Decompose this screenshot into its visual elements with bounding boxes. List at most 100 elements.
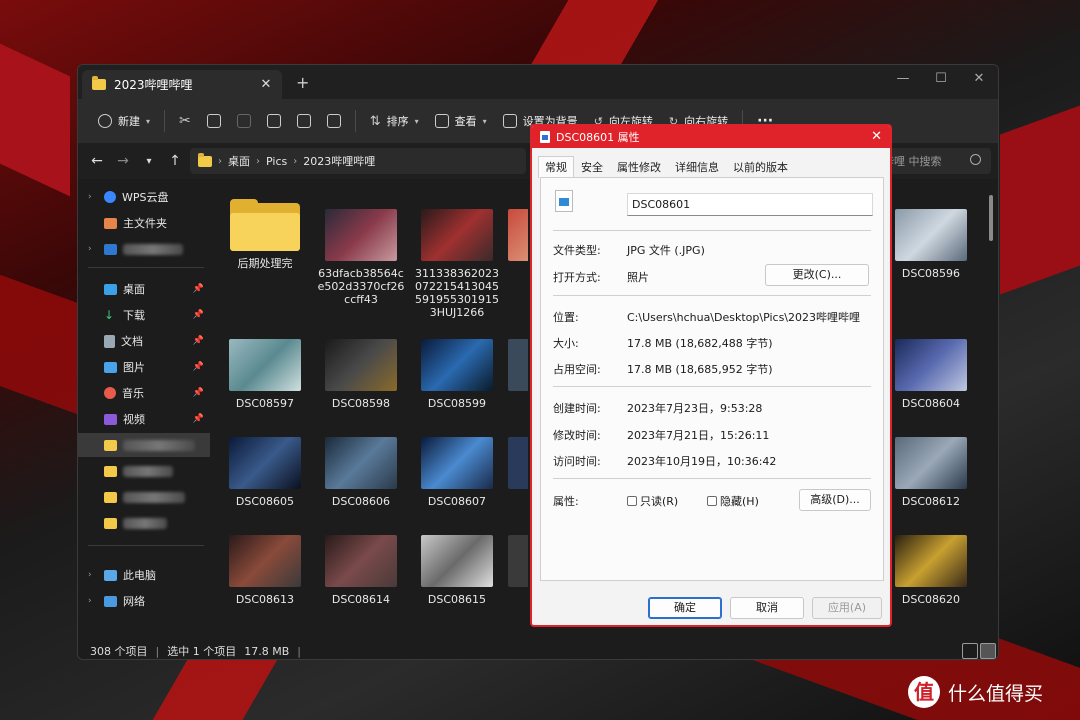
breadcrumb-current[interactable]: 2023哔哩哔哩 xyxy=(303,153,375,169)
advanced-button[interactable]: 高级(D)... xyxy=(799,489,871,511)
change-button[interactable]: 更改(C)... xyxy=(765,264,869,286)
pin-icon[interactable]: 📌 xyxy=(193,362,204,372)
sidebar-item-folder[interactable] xyxy=(78,485,210,509)
paste-button[interactable] xyxy=(229,106,259,136)
tab-previous-versions[interactable]: 以前的版本 xyxy=(726,156,795,178)
sidebar-item-onedrive[interactable]: › xyxy=(78,237,210,261)
breadcrumb-desktop[interactable]: 桌面 xyxy=(228,153,250,169)
size-value: 17.8 MB (18,682,488 字节) xyxy=(627,337,773,350)
file-item[interactable]: DSC08614 xyxy=(316,535,406,606)
sidebar-item-desktop[interactable]: 桌面 📌 xyxy=(78,277,210,301)
sidebar-item-documents[interactable]: 文档 📌 xyxy=(78,329,210,353)
file-item[interactable]: DSC08606 xyxy=(316,437,406,508)
tab-general[interactable]: 常规 xyxy=(538,156,574,178)
tiles-view-icon[interactable] xyxy=(980,643,996,659)
location-value: C:\Users\hchua\Desktop\Pics\2023哔哩哔哩 xyxy=(627,311,861,324)
pin-icon[interactable]: 📌 xyxy=(193,284,204,294)
file-item-partial[interactable] xyxy=(508,339,528,391)
view-button[interactable]: 查看 ▾ xyxy=(427,106,495,136)
delete-button[interactable] xyxy=(319,106,349,136)
sidebar-item-wps[interactable]: › WPS云盘 xyxy=(78,185,210,209)
breadcrumb-pics[interactable]: Pics xyxy=(266,155,287,168)
pin-icon[interactable]: 📌 xyxy=(193,336,204,346)
tab-security[interactable]: 安全 xyxy=(574,156,610,178)
sidebar-item-pictures[interactable]: 图片 📌 xyxy=(78,355,210,379)
watermark-text: 什么值得买 xyxy=(948,682,1044,705)
sidebar-item-this-pc[interactable]: › 此电脑 xyxy=(78,563,210,587)
file-item[interactable]: DSC08598 xyxy=(316,339,406,410)
file-item[interactable]: DSC08613 xyxy=(220,535,310,606)
sidebar-item-music[interactable]: 音乐 📌 xyxy=(78,381,210,405)
rename-button[interactable] xyxy=(259,106,289,136)
vertical-scrollbar[interactable] xyxy=(989,195,993,241)
close-window-button[interactable]: ✕ xyxy=(964,71,994,86)
file-item[interactable]: DSC08612 xyxy=(886,437,976,508)
file-item[interactable]: DSC08596 xyxy=(886,209,976,280)
created-value: 2023年7月23日，9:53:28 xyxy=(627,402,763,415)
blurred-label xyxy=(123,439,195,451)
sidebar-item-folder-selected[interactable] xyxy=(78,433,210,457)
file-item[interactable]: DSC08607 xyxy=(412,437,502,508)
back-arrow-icon[interactable]: ← xyxy=(84,153,110,169)
file-item[interactable]: DSC08599 xyxy=(412,339,502,410)
new-button[interactable]: 新建 ▾ xyxy=(90,106,158,136)
tab-details[interactable]: 详细信息 xyxy=(668,156,726,178)
dialog-close-icon[interactable]: ✕ xyxy=(871,129,882,144)
sidebar-item-videos[interactable]: 视频 📌 xyxy=(78,407,210,431)
file-item[interactable]: DSC08604 xyxy=(886,339,976,410)
sort-button[interactable]: ⇅ 排序 ▾ xyxy=(362,106,427,136)
copy-button[interactable] xyxy=(199,106,229,136)
hidden-checkbox[interactable]: 隐藏(H) xyxy=(707,493,759,509)
file-item[interactable]: DSC08605 xyxy=(220,437,310,508)
sidebar-item-folder[interactable] xyxy=(78,459,210,483)
image-thumbnail xyxy=(229,535,301,587)
filename-field[interactable]: DSC08601 xyxy=(627,193,873,216)
pin-icon[interactable]: 📌 xyxy=(193,388,204,398)
readonly-checkbox[interactable]: 只读(R) xyxy=(627,493,678,509)
sidebar-item-network[interactable]: › 网络 xyxy=(78,589,210,613)
sidebar-label: 视频 xyxy=(123,413,145,426)
file-item[interactable]: DSC08597 xyxy=(220,339,310,410)
new-tab-button[interactable]: + xyxy=(296,73,309,92)
file-item[interactable]: DSC08620 xyxy=(886,535,976,606)
general-panel: DSC08601 文件类型: JPG 文件 (.JPG) 打开方式: 照片 更改… xyxy=(540,177,884,581)
maximize-button[interactable]: ☐ xyxy=(926,71,956,86)
tab-close-icon[interactable]: ✕ xyxy=(256,77,276,92)
details-view-icon[interactable] xyxy=(962,643,978,659)
divider xyxy=(553,386,871,387)
sidebar-label: 此电脑 xyxy=(123,569,156,582)
file-item-partial[interactable] xyxy=(508,535,528,587)
share-button[interactable] xyxy=(289,106,319,136)
image-thumbnail xyxy=(895,209,967,261)
file-item-partial[interactable] xyxy=(508,209,528,261)
forward-arrow-icon[interactable]: → xyxy=(110,153,136,169)
sidebar-item-home[interactable]: 主文件夹 xyxy=(78,211,210,235)
item-count: 308 个项目 xyxy=(90,645,148,658)
explorer-tab[interactable]: 2023哔哩哔哩 ✕ xyxy=(82,70,282,99)
sidebar-item-folder[interactable] xyxy=(78,511,210,535)
file-item[interactable]: 3113383620230722154130455919553019153HUJ… xyxy=(412,209,502,319)
sidebar-item-downloads[interactable]: ↓ 下载 📌 xyxy=(78,303,210,327)
ok-button[interactable]: 确定 xyxy=(648,597,722,619)
file-item[interactable]: 后期处理完 xyxy=(220,199,310,270)
pin-icon[interactable]: 📌 xyxy=(193,414,204,424)
pin-icon[interactable]: 📌 xyxy=(193,310,204,320)
sort-icon: ⇅ xyxy=(369,113,381,129)
recent-chevron-icon[interactable]: ▾ xyxy=(136,156,162,167)
file-item-partial[interactable] xyxy=(508,437,528,489)
address-bar[interactable]: › 桌面 › Pics › 2023哔哩哔哩 xyxy=(190,148,526,174)
apply-button[interactable]: 应用(A) xyxy=(812,597,882,619)
file-type-value: JPG 文件 (.JPG) xyxy=(627,244,705,257)
file-item[interactable]: 63dfacb38564ce502d3370cf26ccff43 xyxy=(316,209,406,306)
created-label: 创建时间: xyxy=(553,402,601,415)
image-thumbnail xyxy=(421,339,493,391)
cancel-button[interactable]: 取消 xyxy=(730,597,804,619)
file-name: DSC08620 xyxy=(901,593,961,606)
cut-button[interactable]: ✂ xyxy=(171,106,199,136)
file-item[interactable]: DSC08615 xyxy=(412,535,502,606)
minimize-button[interactable]: — xyxy=(888,71,918,86)
dialog-title-bar: DSC08601 属性 ✕ xyxy=(532,126,890,148)
tab-attribute-edit[interactable]: 属性修改 xyxy=(610,156,668,178)
rename-icon xyxy=(266,114,281,128)
up-arrow-icon[interactable]: ↑ xyxy=(162,153,188,169)
